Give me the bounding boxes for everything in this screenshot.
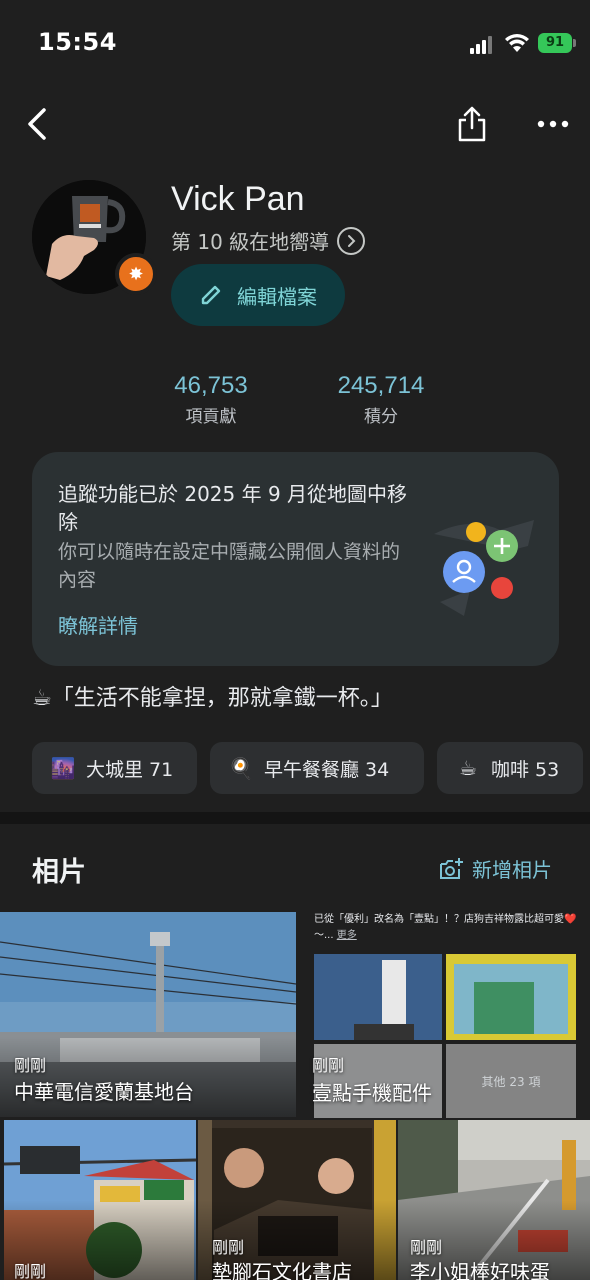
add-photo-icon [440, 857, 463, 879]
tile-place-name: 中華電信愛蘭基地台 [14, 1080, 194, 1104]
battery-icon: 91 [538, 33, 576, 53]
back-chevron-icon[interactable] [20, 104, 56, 144]
tile-place-name: 墊腳石文化書店 [212, 1260, 352, 1280]
learn-more-link[interactable]: 瞭解詳情 [58, 610, 138, 639]
share-icon[interactable] [454, 104, 490, 144]
chip-category-3[interactable]: ☕ 咖啡 53 [437, 742, 583, 794]
chip-category-1[interactable]: 🌆 大城里 71 [32, 742, 197, 794]
notice-title: 追蹤功能已於 2025 年 9 月從地圖中移除 [58, 482, 408, 534]
edit-profile-button[interactable]: 編輯檔案 [171, 264, 345, 326]
tile-place-name: 李小姐棒好味蛋 [410, 1260, 550, 1280]
more-horizontal-icon[interactable] [536, 114, 570, 134]
tile-place-name: 壹點手機配件 [312, 1081, 432, 1105]
coffee-icon: ☕ [459, 756, 477, 780]
profile-level[interactable]: 第 10 級在地嚮導 [171, 226, 366, 255]
photo-tile-1[interactable]: 剛剛 中華電信愛蘭基地台 [0, 912, 296, 1117]
stat-value: 46,753 [174, 372, 248, 399]
tile-time: 剛剛 [14, 1262, 47, 1280]
stat-label: 項貢獻 [185, 407, 237, 427]
section-divider [0, 812, 590, 824]
tile-time: 剛剛 [410, 1238, 443, 1257]
edit-profile-label: 編輯檔案 [237, 284, 317, 309]
profile-bio: ☕「生活不能拿捏，那就拿鐵一杯。」 [32, 686, 393, 711]
stat-value: 245,714 [337, 372, 425, 399]
add-photo-label: 新增相片 [472, 858, 552, 882]
photo-tile-3[interactable]: 剛剛 [4, 1120, 196, 1280]
more-photos-overlay[interactable]: 其他 23 項 [446, 1044, 576, 1118]
photo-tile-4[interactable]: 剛剛 墊腳石文化書店 [198, 1120, 396, 1280]
photos-section-title: 相片 [32, 857, 86, 888]
privacy-illustration-icon [434, 520, 534, 616]
cellular-signal-icon [470, 36, 494, 54]
chip-label: 咖啡 53 [491, 758, 560, 781]
chip-label: 大城里 71 [86, 758, 174, 781]
stat-points[interactable]: 245,714 積分 [329, 372, 433, 427]
stat-label: 積分 [364, 407, 398, 427]
profile-level-label: 第 10 級在地嚮導 [171, 230, 330, 254]
tile-time: 剛剛 [212, 1238, 245, 1257]
stat-contributions[interactable]: 46,753 項貢獻 [164, 372, 258, 427]
tile-time: 剛剛 [312, 1056, 345, 1075]
tile-time: 剛剛 [14, 1056, 47, 1075]
post-more-link[interactable]: 更多 [337, 930, 357, 941]
local-guide-badge-icon: ✸ [115, 253, 157, 295]
fried-egg-icon: 🍳 [228, 756, 254, 780]
city-icon: 🌆 [50, 756, 76, 780]
follow-removed-notice-card: 追蹤功能已於 2025 年 9 月從地圖中移除 你可以隨時在設定中隱藏公開個人資… [32, 452, 559, 666]
notice-description: 你可以隨時在設定中隱藏公開個人資料的內容 [58, 541, 401, 591]
photo-tile-5[interactable]: 剛剛 李小姐棒好味蛋 [398, 1120, 590, 1280]
chip-category-2[interactable]: 🍳 早午餐餐廳 34 [210, 742, 424, 794]
add-photo-button[interactable]: 新增相片 [438, 854, 552, 883]
pencil-icon [201, 285, 221, 305]
status-bar: 15:54 91 [0, 0, 590, 88]
chevron-right-icon [337, 226, 366, 255]
chip-label: 早午餐餐廳 34 [264, 758, 390, 781]
status-time: 15:54 [38, 28, 117, 56]
post-caption: 已從「優利」改名為「壹點」！？店狗吉祥物露比超可愛❤️～... 更多 [314, 912, 584, 944]
profile-name: Vick Pan [171, 180, 305, 218]
wifi-icon [505, 34, 529, 52]
